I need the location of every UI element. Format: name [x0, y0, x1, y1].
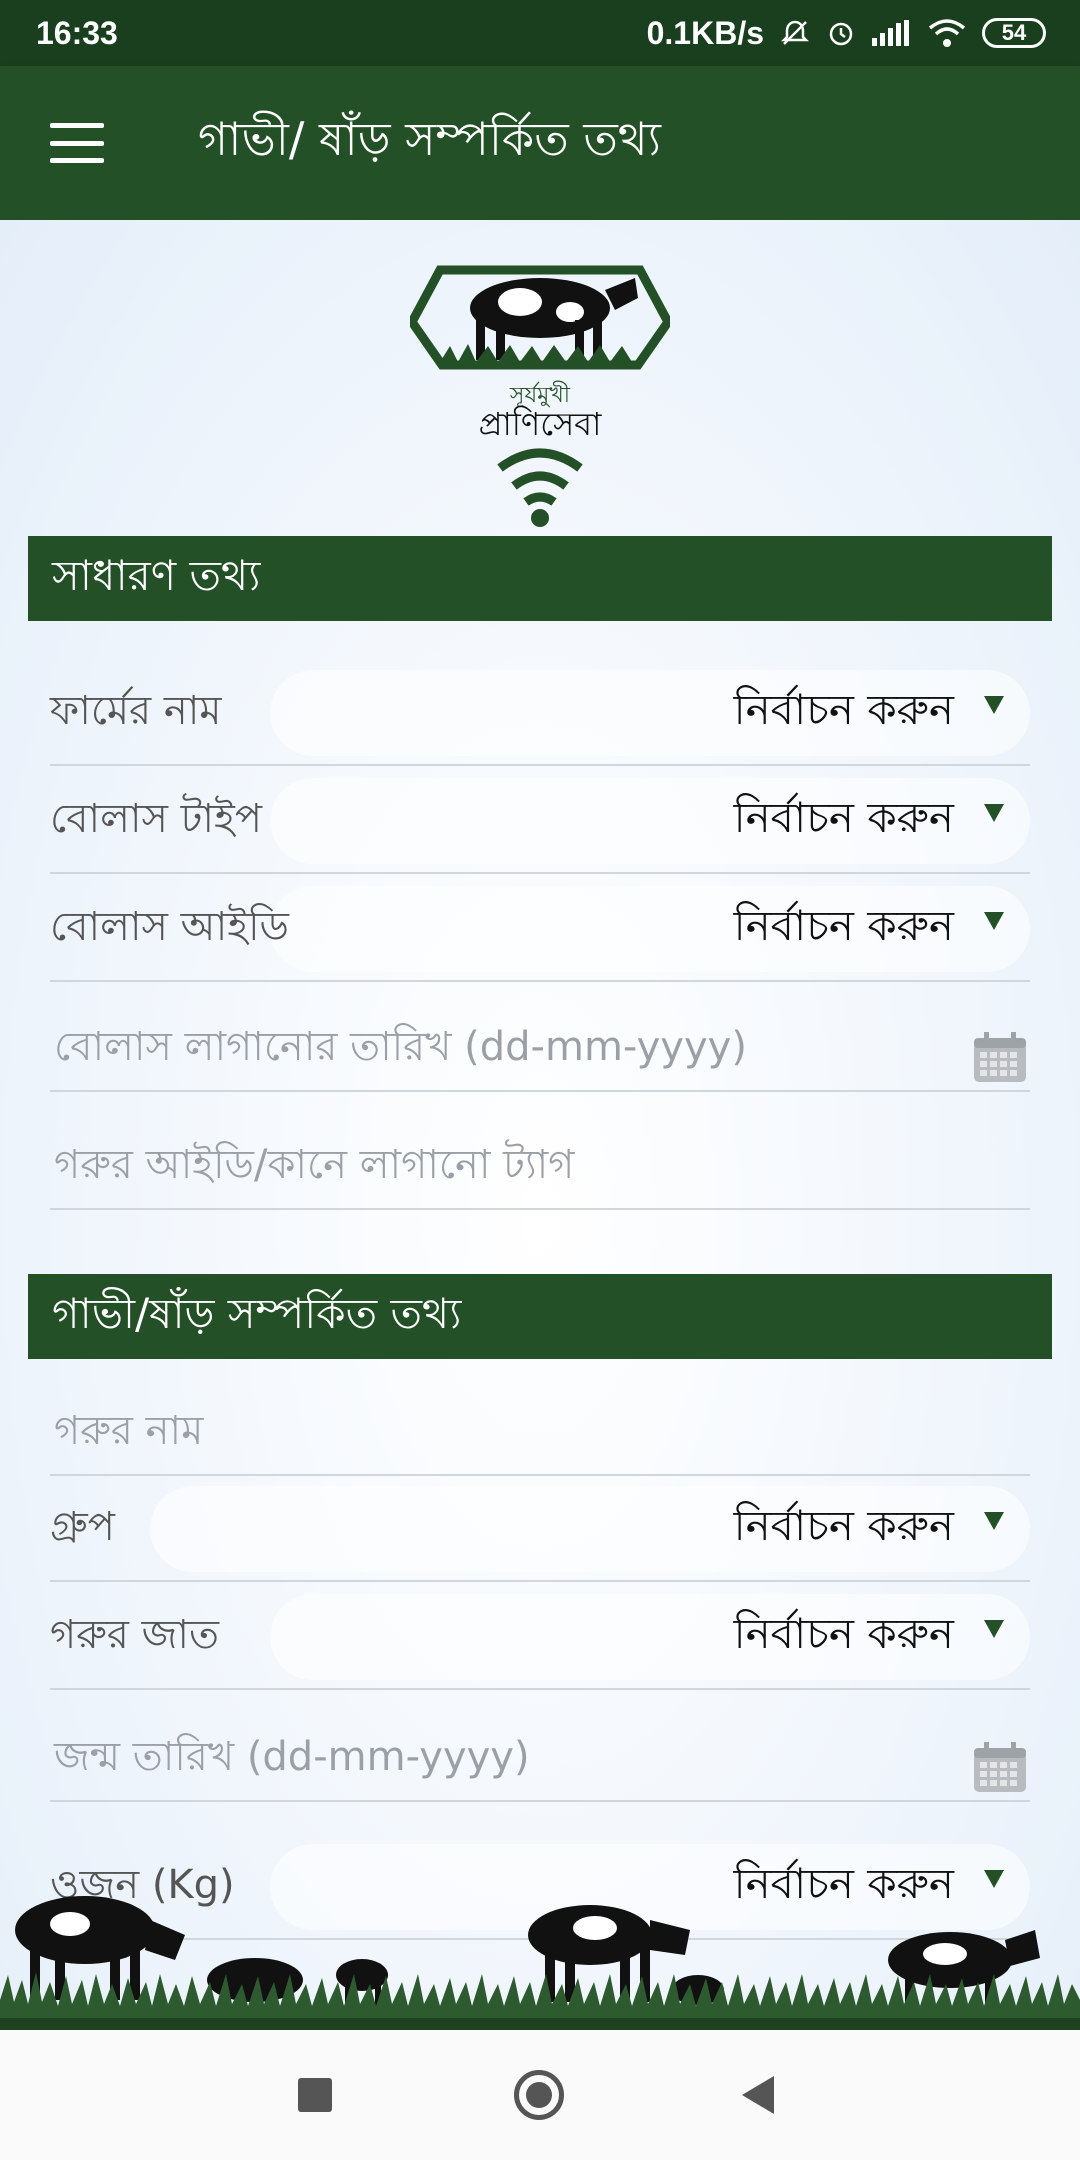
calendar-icon[interactable] — [972, 1030, 1028, 1084]
battery-icon: 54 — [982, 18, 1046, 48]
system-nav-bar — [0, 2030, 1080, 2160]
ear-tag-field[interactable]: গরুর আইডি/কানে লাগানো ট্যাগ — [50, 1110, 1030, 1210]
section-header-cow: গাভী/ষাঁড় সম্পর্কিত তথ্য — [28, 1274, 1052, 1359]
dropdown-arrow-icon — [984, 696, 1004, 714]
home-icon[interactable] — [514, 2070, 564, 2120]
back-icon[interactable] — [742, 2076, 774, 2114]
status-time: 16:33 — [36, 14, 118, 51]
bolus-id-value: নির্বাচন করুন — [733, 900, 954, 950]
bolus-date-placeholder: বোলাস লাগানোর তারিখ (dd-mm-yyyy) — [54, 1024, 747, 1070]
recents-icon[interactable] — [298, 2078, 332, 2112]
group-select[interactable]: গ্রুপ নির্বাচন করুন — [50, 1476, 1030, 1582]
birth-date-field[interactable]: জন্ম তারিখ (dd-mm-yyyy) — [50, 1710, 1030, 1802]
bolus-id-select[interactable]: বোলাস আইডি নির্বাচন করুন — [50, 876, 1030, 982]
breed-value: নির্বাচন করুন — [733, 1608, 954, 1658]
status-icons: 0.1KB/s 54 — [647, 15, 1046, 52]
dropdown-arrow-icon — [984, 1512, 1004, 1530]
bolus-date-field[interactable]: বোলাস লাগানোর তারিখ (dd-mm-yyyy) — [50, 1000, 1030, 1092]
app-bar: গাভী/ ষাঁড় সম্পর্কিত তথ্য — [0, 66, 1080, 220]
mute-icon — [780, 18, 810, 48]
status-bar: 16:33 0.1KB/s 54 — [0, 0, 1080, 66]
alarm-icon — [826, 18, 856, 48]
form-content[interactable]: সূর্যমুখী প্রাণিসেবা সাধারণ তথ্য ফার্মের… — [0, 220, 1080, 2030]
group-value: নির্বাচন করুন — [733, 1500, 954, 1550]
signal-icon — [872, 20, 912, 46]
ear-tag-placeholder: গরুর আইডি/কানে লাগানো ট্যাগ — [54, 1142, 575, 1188]
bolus-id-label: বোলাস আইডি — [50, 903, 289, 950]
dropdown-arrow-icon — [984, 804, 1004, 822]
breed-label: গরুর জাত — [50, 1611, 220, 1658]
cow-name-placeholder: গরুর নাম — [54, 1408, 204, 1454]
app-logo: সূর্যমুখী প্রাণিসেবা — [410, 265, 670, 527]
bolus-type-value: নির্বাচন করুন — [733, 792, 954, 842]
group-label: গ্রুপ — [50, 1503, 115, 1550]
grass-cattle-decoration — [0, 1896, 1080, 2030]
dropdown-arrow-icon — [984, 1620, 1004, 1638]
cow-name-field[interactable]: গরুর নাম — [50, 1380, 1030, 1476]
logo-name: প্রাণিসেবা — [479, 405, 602, 443]
bolus-type-select[interactable]: বোলাস টাইপ নির্বাচন করুন — [50, 768, 1030, 874]
farm-name-select[interactable]: ফার্মের নাম নির্বাচন করুন — [50, 660, 1030, 766]
dropdown-arrow-icon — [984, 912, 1004, 930]
hamburger-menu-icon[interactable] — [50, 123, 104, 163]
bolus-type-label: বোলাস টাইপ — [50, 795, 262, 842]
wifi-icon — [928, 18, 966, 48]
section-header-general: সাধারণ তথ্য — [28, 536, 1052, 621]
page-title: গাভী/ ষাঁড় সম্পর্কিত তথ্য — [198, 112, 662, 166]
farm-name-label: ফার্মের নাম — [50, 687, 222, 734]
farm-name-value: নির্বাচন করুন — [733, 684, 954, 734]
calendar-icon[interactable] — [972, 1740, 1028, 1794]
breed-select[interactable]: গরুর জাত নির্বাচন করুন — [50, 1584, 1030, 1690]
network-speed: 0.1KB/s — [646, 14, 764, 51]
birth-date-placeholder: জন্ম তারিখ (dd-mm-yyyy) — [54, 1734, 530, 1780]
